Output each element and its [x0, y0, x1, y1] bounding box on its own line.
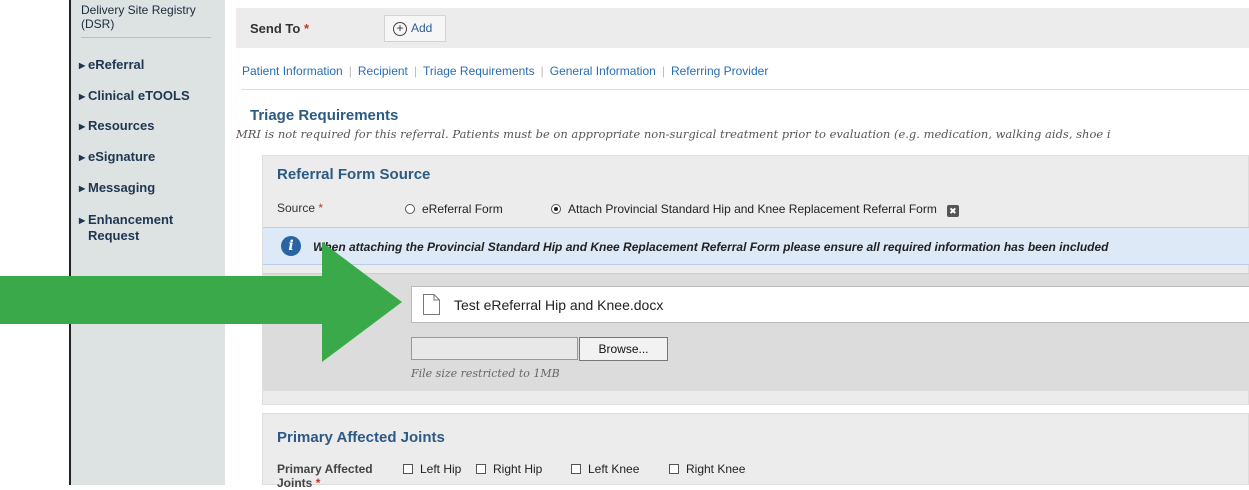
- sidebar-item-esignature[interactable]: ▶ eSignature: [79, 149, 155, 165]
- attached-file-name: Test eReferral Hip and Knee.docx: [454, 297, 664, 313]
- primary-affected-joints-label: Primary Affected Joints *: [277, 462, 373, 490]
- section-tabs: Patient Information | Recipient | Triage Req…: [242, 64, 1249, 90]
- tab-recipient[interactable]: Recipient: [358, 64, 408, 78]
- checkbox-icon: [669, 464, 679, 474]
- referral-form-source-panel: Referral Form Source Source * eReferral …: [262, 155, 1249, 405]
- file-upload-area: Test eReferral Hip and Knee.docx Browse.…: [263, 273, 1249, 391]
- add-recipient-button[interactable]: + Add: [384, 15, 446, 42]
- sidebar-item-resources[interactable]: ▶ Resources: [79, 118, 154, 134]
- sidebar-item-label: Clinical eTOOLS: [88, 88, 190, 103]
- radio-ereferral-form[interactable]: eReferral Form: [405, 202, 503, 216]
- plus-circle-icon: +: [393, 22, 407, 36]
- primary-affected-joints-panel: Primary Affected Joints Primary Affected…: [262, 413, 1249, 490]
- sidebar-item-enhancement-request[interactable]: ▶ Enhancement Request: [79, 212, 173, 243]
- radio-attach-provincial-form[interactable]: Attach Provincial Standard Hip and Knee …: [551, 202, 959, 217]
- checkbox-left-knee[interactable]: Left Knee: [571, 462, 639, 476]
- sidebar-item-label: Resources: [88, 118, 155, 133]
- source-label: Source *: [277, 201, 324, 215]
- sidebar-item-clinical-etools[interactable]: ▶ Clinical eTOOLS: [79, 88, 190, 104]
- checkbox-icon: [476, 464, 486, 474]
- document-icon: [423, 294, 440, 315]
- triangle-right-icon: ▶: [79, 61, 86, 70]
- sidebar-item-label: Messaging: [88, 180, 156, 195]
- tab-triage-requirements[interactable]: Triage Requirements: [423, 64, 535, 78]
- primary-affected-joints-heading: Primary Affected Joints: [277, 429, 445, 446]
- triangle-right-icon: ▶: [79, 92, 86, 101]
- main-content: Send To * + Add Patient Information | Recip…: [236, 0, 1249, 490]
- tab-referring-provider[interactable]: Referring Provider: [671, 64, 768, 78]
- radio-selected-icon: [551, 204, 561, 214]
- triage-note: MRI is not required for this referral. P…: [236, 127, 1111, 141]
- tab-patient-information[interactable]: Patient Information: [242, 64, 343, 78]
- close-icon[interactable]: ✖: [946, 205, 959, 217]
- triangle-right-icon: ▶: [79, 153, 86, 162]
- sidebar-item-dsr[interactable]: Delivery Site Registry (DSR): [81, 3, 211, 38]
- triangle-right-icon: ▶: [79, 184, 86, 193]
- info-banner: i When attaching the Provincial Standard…: [263, 227, 1249, 265]
- checkbox-right-hip[interactable]: Right Hip: [476, 462, 542, 476]
- radio-unselected-icon: [405, 204, 415, 214]
- sidebar-item-label: eReferral: [88, 57, 145, 72]
- file-path-input[interactable]: [411, 337, 578, 360]
- sidebar-nav: Delivery Site Registry (DSR) ▶ eReferral …: [69, 0, 225, 485]
- triangle-right-icon: ▶: [79, 216, 86, 225]
- send-to-label: Send To *: [250, 21, 309, 36]
- triangle-right-icon: ▶: [79, 122, 86, 131]
- browse-button[interactable]: Browse...: [579, 337, 668, 361]
- sidebar-item-ereferral[interactable]: ▶ eReferral: [79, 57, 144, 73]
- checkbox-left-hip[interactable]: Left Hip: [403, 462, 461, 476]
- info-text: When attaching the Provincial Standard H…: [313, 240, 1109, 254]
- triage-requirements-heading: Triage Requirements: [250, 107, 399, 124]
- checkbox-icon: [571, 464, 581, 474]
- sidebar-item-label: Enhancement: [88, 212, 174, 227]
- file-size-note: File size restricted to 1MB: [411, 367, 560, 380]
- info-icon: i: [281, 236, 301, 256]
- referral-form-source-heading: Referral Form Source: [277, 166, 431, 183]
- checkbox-right-knee[interactable]: Right Knee: [669, 462, 745, 476]
- sidebar-item-label: eSignature: [88, 149, 156, 164]
- checkbox-icon: [403, 464, 413, 474]
- attached-file-item[interactable]: Test eReferral Hip and Knee.docx: [411, 286, 1249, 323]
- sidebar-item-messaging[interactable]: ▶ Messaging: [79, 180, 155, 196]
- send-to-row: Send To * + Add: [236, 8, 1249, 48]
- sidebar-item-label-line2: Request: [88, 228, 140, 243]
- tab-general-information[interactable]: General Information: [550, 64, 656, 78]
